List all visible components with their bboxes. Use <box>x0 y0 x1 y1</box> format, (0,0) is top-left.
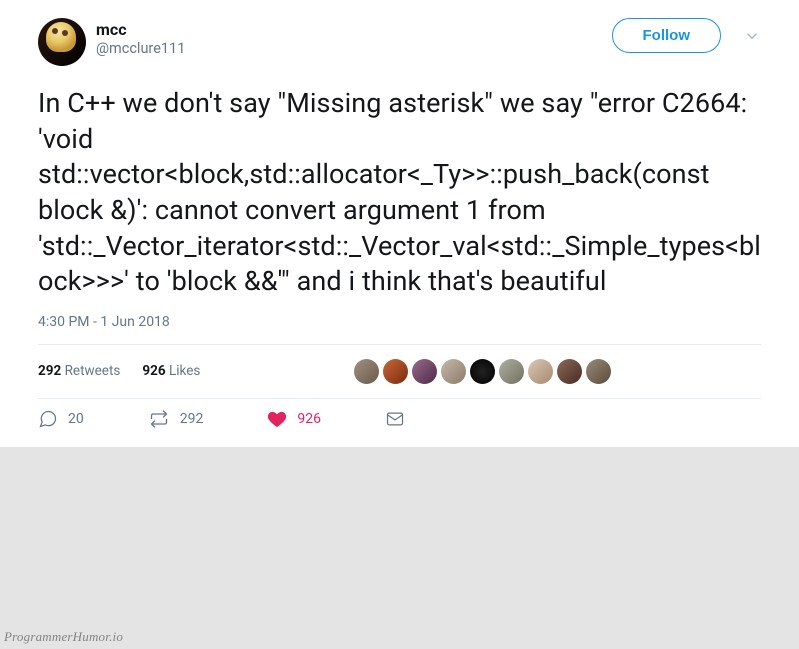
likes-label: Likes <box>169 363 200 379</box>
liker-avatar[interactable] <box>412 359 437 384</box>
retweet-button[interactable]: 292 <box>148 409 204 429</box>
handle: @mcclure111 <box>96 40 612 57</box>
chevron-down-icon[interactable] <box>743 27 761 45</box>
tweet-header: mcc @mcclure111 Follow <box>38 18 761 66</box>
reply-button[interactable]: 20 <box>38 409 84 429</box>
likes-count: 926 <box>142 363 165 379</box>
avatar[interactable] <box>38 18 86 66</box>
liker-avatar[interactable] <box>528 359 553 384</box>
liker-avatar[interactable] <box>383 359 408 384</box>
liker-avatar[interactable] <box>441 359 466 384</box>
stats-row: 292 Retweets 926 Likes <box>38 345 761 398</box>
heart-icon <box>267 409 287 429</box>
dm-button[interactable] <box>385 409 405 429</box>
retweet-icon <box>148 409 170 429</box>
follow-area: Follow <box>612 18 762 53</box>
liker-avatars <box>354 359 761 384</box>
retweets-label: Retweets <box>65 363 121 379</box>
likes-stat[interactable]: 926 Likes <box>142 363 200 379</box>
reply-icon <box>38 409 58 429</box>
liker-avatar[interactable] <box>354 359 379 384</box>
author-names[interactable]: mcc @mcclure111 <box>96 18 612 58</box>
retweets-count: 292 <box>38 363 61 379</box>
liker-avatar[interactable] <box>557 359 582 384</box>
retweet-count: 292 <box>180 411 204 427</box>
reply-count: 20 <box>68 411 84 427</box>
envelope-icon <box>385 409 405 429</box>
display-name: mcc <box>96 20 612 39</box>
liker-avatar[interactable] <box>470 359 495 384</box>
liker-avatar[interactable] <box>586 359 611 384</box>
watermark: ProgrammerHumor.io <box>4 629 123 645</box>
timestamp[interactable]: 4:30 PM - 1 Jun 2018 <box>38 314 761 330</box>
like-button[interactable]: 926 <box>267 409 321 429</box>
actions-row: 20 292 926 <box>38 399 761 435</box>
tweet-text: In C++ we don't say "Missing asterisk" w… <box>38 86 761 300</box>
retweets-stat[interactable]: 292 Retweets <box>38 363 120 379</box>
tweet-card: mcc @mcclure111 Follow In C++ we don't s… <box>0 0 799 447</box>
liker-avatar[interactable] <box>499 359 524 384</box>
like-count: 926 <box>297 411 321 427</box>
follow-button[interactable]: Follow <box>612 18 722 53</box>
